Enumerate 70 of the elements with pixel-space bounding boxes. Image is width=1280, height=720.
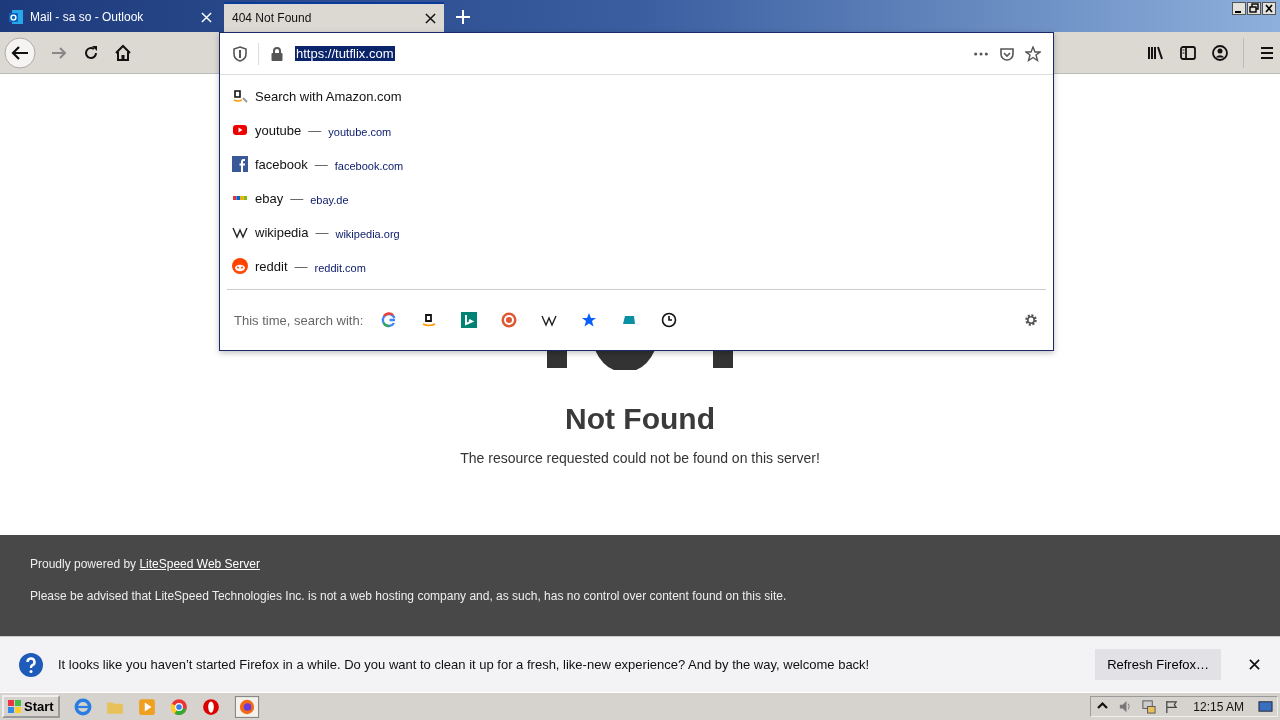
reload-icon[interactable] xyxy=(82,43,100,62)
shield-icon[interactable] xyxy=(232,45,248,62)
sidebar-icon[interactable] xyxy=(1179,43,1197,62)
suggestion-item[interactable]: facebook — facebook.com xyxy=(232,147,1041,181)
powered-by-text: Proudly powered by xyxy=(30,557,137,571)
suggestion-title: reddit xyxy=(255,258,288,274)
url-field[interactable]: https://tutflix.com xyxy=(295,46,395,61)
new-tab-icon[interactable] xyxy=(456,10,470,24)
error-message: The resource requested could not be found on this server! xyxy=(460,450,820,466)
account-icon[interactable] xyxy=(1211,43,1229,62)
start-button[interactable]: Start xyxy=(2,695,60,718)
browser-tab[interactable]: 404 Not Found xyxy=(224,2,444,32)
suggestion-url: ebay.de xyxy=(310,192,349,206)
home-icon[interactable] xyxy=(114,43,132,62)
suggestion-title: Search with Amazon.com xyxy=(255,88,402,104)
clock: 12:15 AM xyxy=(1193,699,1244,714)
server-link[interactable]: LiteSpeed Web Server xyxy=(139,557,260,571)
browser-icon[interactable] xyxy=(73,697,92,716)
minimize-icon[interactable] xyxy=(1232,2,1246,15)
separator-dash: — xyxy=(308,122,322,138)
suggestion-url: facebook.com xyxy=(334,158,404,172)
alien-icon xyxy=(232,258,248,274)
separator-dash: — xyxy=(294,258,308,274)
suggestion-title: ebay xyxy=(255,190,284,206)
amazon-icon[interactable] xyxy=(421,312,438,328)
star-icon[interactable] xyxy=(1025,45,1041,62)
amazon-icon xyxy=(232,88,248,104)
google-icon[interactable] xyxy=(381,312,398,328)
separator-dash: — xyxy=(315,224,329,240)
flag-icon[interactable] xyxy=(1164,699,1180,714)
star-icon[interactable] xyxy=(581,312,598,328)
network-icon[interactable] xyxy=(1141,699,1157,714)
browser-tab[interactable]: Mail - sa so - Outlook xyxy=(0,2,220,32)
mail-icon xyxy=(8,9,24,25)
close-icon[interactable] xyxy=(1262,2,1276,15)
facebook-icon xyxy=(232,156,248,172)
restore-icon[interactable] xyxy=(1247,2,1261,15)
separator-dash: — xyxy=(314,156,328,172)
refresh-button[interactable]: Refresh Firefox… xyxy=(1095,649,1221,680)
bing-icon[interactable] xyxy=(461,312,478,328)
question-icon xyxy=(18,651,44,678)
suggestion-item[interactable]: youtube — youtube.com xyxy=(232,113,1041,147)
suggestion-item[interactable]: Search with Amazon.com xyxy=(232,79,1041,113)
suggestion-item[interactable]: ebay — ebay.de xyxy=(232,181,1041,215)
separator-dash: — xyxy=(290,190,304,206)
close-icon[interactable] xyxy=(425,12,436,24)
pocket-icon[interactable] xyxy=(999,45,1015,62)
windows-logo-icon xyxy=(8,699,22,714)
suggestion-title: facebook xyxy=(255,156,308,172)
lock-icon xyxy=(269,45,285,62)
suggestion-item[interactable]: wikipedia — wikipedia.org xyxy=(232,215,1041,249)
play-icon xyxy=(232,122,248,138)
search-with-label: This time, search with: xyxy=(234,312,364,328)
suggestion-url: youtube.com xyxy=(328,124,392,138)
suggestion-title: wikipedia xyxy=(255,224,309,240)
suggestion-title: youtube xyxy=(255,122,302,138)
suggestion-item[interactable]: reddit — reddit.com xyxy=(232,249,1041,283)
suggestion-url: wikipedia.org xyxy=(335,226,400,240)
firefox-icon[interactable] xyxy=(233,695,260,718)
close-icon[interactable] xyxy=(1249,659,1260,670)
notification-message: It looks like you haven’t started Firefox in a while. Do you want to clean it up for a fresh, like-new experience? And by the way, welcome back! xyxy=(58,657,870,672)
chrome-icon[interactable] xyxy=(169,697,188,716)
show-desktop-icon[interactable] xyxy=(1258,699,1273,714)
settings-icon[interactable] xyxy=(1023,312,1039,328)
back-icon[interactable] xyxy=(4,36,36,69)
opera-icon[interactable] xyxy=(201,697,220,716)
page-heading: Not Found xyxy=(565,402,715,436)
disclaimer-text: Please be advised that LiteSpeed Technologies Inc. is not a web hosting company and, as such, has no control over content found on this site. xyxy=(30,589,788,603)
history-icon[interactable] xyxy=(661,312,678,328)
suggestion-url: reddit.com xyxy=(314,260,366,274)
